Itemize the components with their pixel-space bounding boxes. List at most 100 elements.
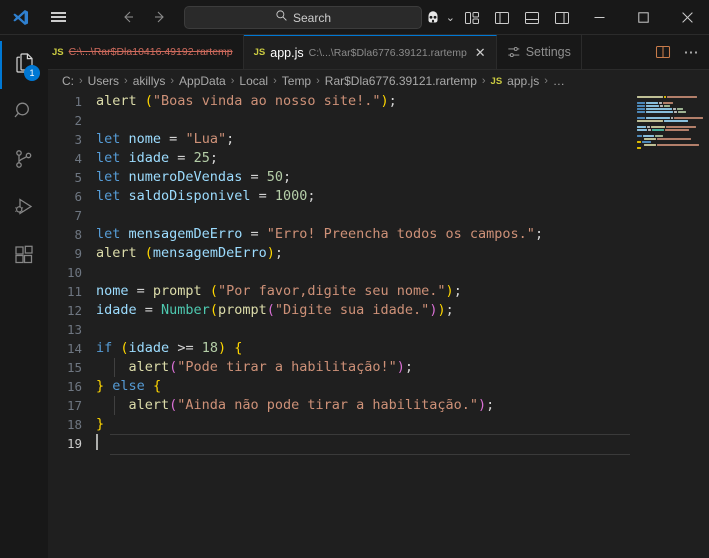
code-line[interactable]: 12 idade = Number(prompt("Digite sua idad… — [48, 301, 638, 320]
code-token: { — [234, 340, 243, 356]
code-token: ) — [437, 302, 446, 318]
customize-layout-icon[interactable] — [457, 0, 487, 35]
sidebar-item-source-control[interactable] — [0, 137, 48, 185]
code-token: "Ainda não pode tirar a habilitação." — [177, 397, 479, 413]
code-line[interactable]: 6 let saldoDisponivel = 1000; — [48, 187, 638, 206]
more-actions-icon[interactable]: ⋯ — [677, 35, 705, 69]
toggle-primary-sidebar-icon[interactable] — [487, 0, 517, 35]
sidebar-item-explorer[interactable]: 1 — [0, 41, 48, 89]
breadcrumb-item[interactable]: C: — [62, 74, 74, 88]
code-token: = — [128, 283, 153, 299]
minimize-button[interactable] — [577, 0, 621, 35]
code-token: } — [96, 378, 105, 394]
code-token: let — [96, 226, 121, 242]
breadcrumb-item[interactable]: akillys — [133, 74, 166, 88]
code-line[interactable]: 1 alert ("Boas vinda ao nosso site!."); — [48, 92, 638, 111]
code-line[interactable]: 17 alert("Ainda não pode tirar a habilit… — [48, 396, 638, 415]
vscode-window: Search ⌄ 1 JS C:\...\Rar$Dla10416.49192.… — [0, 0, 709, 558]
hamburger-menu-icon[interactable] — [40, 0, 76, 35]
explorer-badge: 1 — [24, 65, 40, 81]
breadcrumb-item[interactable]: AppData — [179, 74, 226, 88]
breadcrumb-item[interactable]: Users — [88, 74, 119, 88]
minimap-token — [651, 125, 665, 128]
breadcrumb-item[interactable]: Temp — [282, 74, 311, 88]
code-text: let saldoDisponivel = 1000; — [96, 187, 316, 206]
extensions-icon — [12, 243, 36, 272]
minimap-token — [664, 104, 670, 107]
code-token: alert — [128, 397, 170, 413]
code-line[interactable]: 7 — [48, 206, 638, 225]
run-debug-icon — [12, 195, 36, 224]
editor-tab-settings[interactable]: Settings — [496, 35, 582, 69]
line-number: 8 — [74, 227, 82, 242]
line-number: 11 — [66, 284, 82, 299]
code-token: mensagemDeErro — [152, 245, 267, 261]
code-token: = — [242, 226, 267, 242]
code-line[interactable]: 14 if (idade >= 18) { — [48, 339, 638, 358]
code-line[interactable]: 11 nome = prompt ("Por favor,digite seu n… — [48, 282, 638, 301]
arrow-right-icon[interactable] — [150, 7, 170, 27]
code-line[interactable]: 4 let idade = 25; — [48, 149, 638, 168]
minimap[interactable] — [635, 92, 703, 558]
code-token: ) — [266, 245, 275, 261]
breadcrumb-item[interactable]: Rar$Dla6776.39121.rartemp — [325, 74, 477, 88]
close-button[interactable] — [665, 0, 709, 35]
editor-tab-app-js[interactable]: JS app.js C:\...\Rar$Dla6776.39121.rarte… — [243, 35, 497, 69]
maximize-button[interactable] — [621, 0, 665, 35]
code-token: saldoDisponivel — [128, 188, 251, 204]
code-token: ( — [266, 302, 275, 318]
toggle-secondary-sidebar-icon[interactable] — [547, 0, 577, 35]
code-token: 1000 — [274, 188, 308, 204]
breadcrumb-item[interactable]: app.js — [507, 74, 539, 88]
code-line[interactable]: 5 let numeroDeVendas = 50; — [48, 168, 638, 187]
editor-actions: ⋯ — [649, 35, 709, 69]
more-actions-label: ⋯ — [683, 43, 699, 61]
line-number: 5 — [74, 170, 82, 185]
code-token: ; — [404, 359, 414, 375]
sidebar-item-extensions[interactable] — [0, 233, 48, 281]
code-line[interactable]: 15 alert("Pode tirar a habilitação!"); — [48, 358, 638, 377]
code-token: mensagemDeErro — [128, 226, 243, 242]
code-line[interactable]: 18} — [48, 415, 638, 434]
code-token: ( — [144, 245, 153, 261]
code-token: = — [169, 150, 194, 166]
editor-tab-app-js-deleted[interactable]: JS C:\...\Rar$Dla10416.49192.rartemp — [48, 35, 244, 69]
code-text: alert("Pode tirar a habilitação!"); — [96, 358, 414, 377]
minimap-token — [646, 104, 659, 107]
minimap-token — [637, 119, 663, 122]
code-line[interactable]: 3 let nome = "Lua"; — [48, 130, 638, 149]
code-lines[interactable]: 1 alert ("Boas vinda ao nosso site!."); 2 3… — [48, 92, 638, 558]
code-token: numeroDeVendas — [128, 169, 243, 185]
arrow-left-icon[interactable] — [118, 7, 138, 27]
code-line[interactable]: 2 — [48, 111, 638, 130]
code-token: ; — [282, 169, 292, 185]
editor-tab-label: app.js — [270, 45, 304, 60]
js-file-icon: JS — [253, 47, 266, 58]
code-editor[interactable]: 1 alert ("Boas vinda ao nosso site!."); 2 3… — [48, 92, 709, 558]
code-line[interactable]: 13 — [48, 320, 638, 339]
code-line[interactable]: 10 — [48, 263, 638, 282]
code-line[interactable]: 19 — [48, 434, 638, 455]
close-icon[interactable]: ✕ — [475, 45, 486, 61]
line-number: 3 — [74, 132, 82, 147]
split-editor-right-icon[interactable] — [649, 35, 677, 69]
toggle-panel-icon[interactable] — [517, 0, 547, 35]
code-line[interactable]: 8 let mensagemDeErro = "Erro! Preencha to… — [48, 225, 638, 244]
breadcrumb-item[interactable]: Local — [239, 74, 268, 88]
sidebar-item-run-debug[interactable] — [0, 185, 48, 233]
breadcrumb-item[interactable]: … — [553, 74, 565, 88]
settings-gear-icon — [507, 45, 521, 59]
search-input[interactable]: Search — [184, 6, 422, 29]
sidebar-item-search[interactable] — [0, 89, 48, 137]
remote-window-icon[interactable]: ⌄ — [418, 0, 457, 35]
code-token: "Erro! Preencha todos os campos." — [266, 226, 535, 242]
code-line[interactable]: 16} else { — [48, 377, 638, 396]
chevron-down-icon[interactable]: ⌄ — [446, 11, 455, 24]
minimap-token — [637, 134, 642, 137]
code-token: >= — [177, 340, 194, 356]
code-token: = — [250, 188, 275, 204]
code-text: let nome = "Lua"; — [96, 130, 234, 149]
code-token: let — [96, 150, 121, 166]
code-line[interactable]: 9 alert (mensagemDeErro); — [48, 244, 638, 263]
